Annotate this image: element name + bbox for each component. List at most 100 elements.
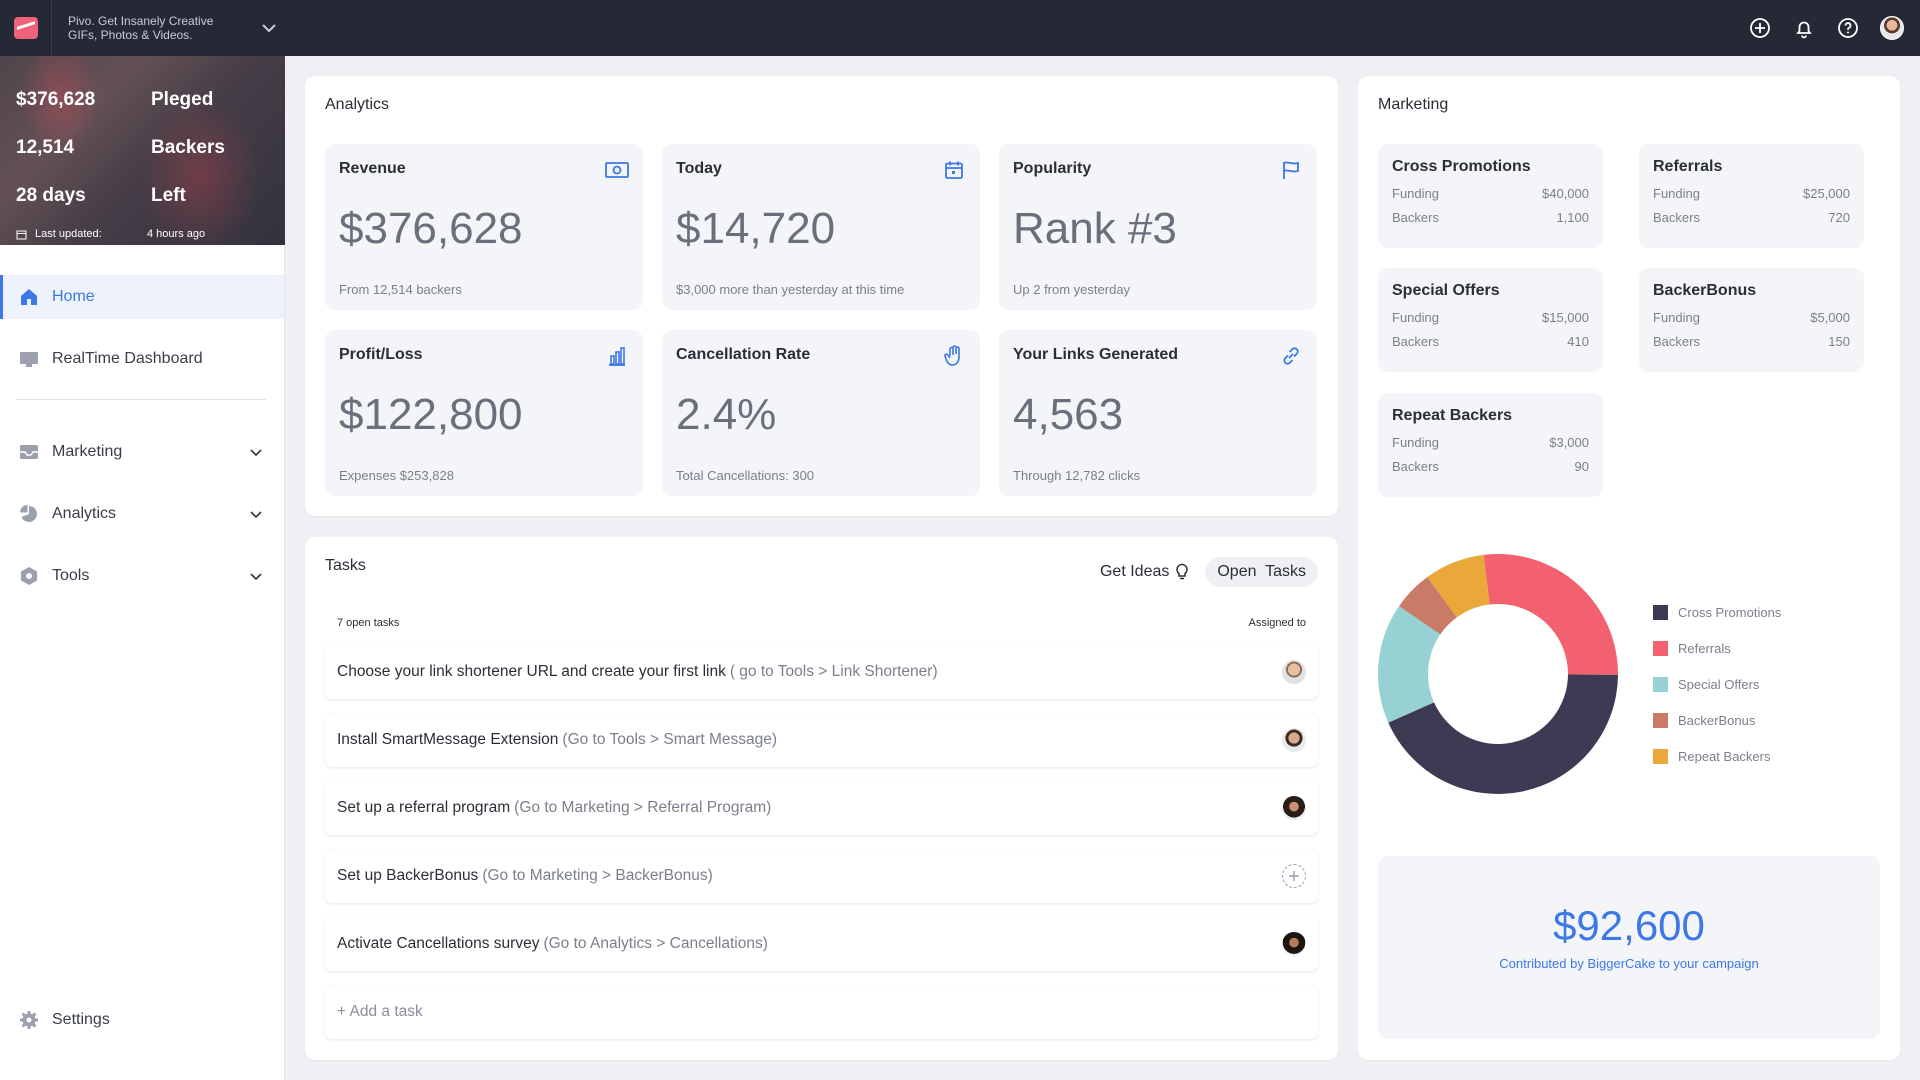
legend-item-repeat-backers[interactable]: Repeat Backers — [1653, 738, 1781, 774]
open-task-count: 7 open tasks — [337, 617, 400, 629]
backers-label: Backers — [151, 137, 225, 158]
funding-label: Funding — [1653, 186, 1700, 201]
tasks-actions: Get Ideas Open Tasks — [1096, 557, 1318, 587]
sidebar: $376,628 Pleged 12,514 Backers 28 days L… — [0, 56, 285, 1080]
chevron-down-icon[interactable] — [258, 17, 280, 39]
contribution-caption[interactable]: Contributed by BiggerCake to your campai… — [1378, 956, 1880, 971]
legend-label: Cross Promotions — [1678, 604, 1782, 620]
sidebar-item-tools[interactable]: Tools — [0, 554, 284, 598]
chevron-down-icon[interactable] — [246, 504, 266, 524]
task-row[interactable]: Set up a referral program (Go to Marketi… — [325, 781, 1318, 835]
campaign-switcher[interactable]: Pivo. Get Insanely Creative GIFs, Photos… — [68, 14, 238, 42]
tasks-panel: Tasks Get Ideas Open Tasks 7 open tasks … — [305, 537, 1338, 1060]
home-icon — [18, 286, 40, 308]
assignee-avatar[interactable] — [1282, 660, 1306, 684]
special-offers-card[interactable]: Special Offers Funding $15,000 Backers 410 — [1378, 268, 1603, 372]
user-avatar[interactable] — [1880, 16, 1904, 40]
profit-loss-card[interactable]: Profit/Loss $122,800 Expenses $253,828 — [325, 330, 643, 496]
brand-line-1: Pivo. Get Insanely Creative — [68, 14, 214, 28]
card-subtext: From 12,514 backers — [339, 282, 462, 297]
sidebar-item-analytics[interactable]: Analytics — [0, 492, 284, 536]
legend-item-special-offers[interactable]: Special Offers — [1653, 666, 1781, 702]
funding-value: $25,000 — [1803, 186, 1850, 201]
funding-label: Funding — [1392, 435, 1439, 450]
sidebar-item-marketing[interactable]: Marketing — [0, 430, 284, 474]
lightbulb-icon — [1176, 563, 1189, 580]
legend-label: Special Offers — [1678, 676, 1760, 692]
card-title: Cancellation Rate — [676, 346, 811, 363]
assignee-avatar[interactable] — [1282, 932, 1306, 956]
assign-user-button[interactable] — [1282, 864, 1306, 888]
referrals-card[interactable]: Referrals Funding $25,000 Backers 720 — [1639, 144, 1864, 248]
calendar-small-icon — [16, 230, 27, 239]
sidebar-item-home[interactable]: Home — [0, 275, 284, 319]
help-icon[interactable] — [1836, 16, 1860, 40]
contribution-amount: $92,600 — [1553, 902, 1705, 949]
legend-item-backerbonus[interactable]: BackerBonus — [1653, 702, 1781, 738]
backers-value: 1,100 — [1556, 210, 1589, 225]
marketing-card-title: Special Offers — [1392, 282, 1500, 299]
campaign-days-left: 28 days Left — [16, 172, 269, 220]
today-card[interactable]: Today $14,720 $3,000 more than yesterday… — [662, 144, 980, 310]
sidebar-item-realtime-dashboard[interactable]: RealTime Dashboard — [0, 337, 284, 381]
backerbonus-card[interactable]: BackerBonus Funding $5,000 Backers 150 — [1639, 268, 1864, 372]
logo-icon — [13, 17, 38, 39]
days-label: Left — [151, 185, 186, 206]
task-hint[interactable]: (Go to Marketing > Referral Program) — [514, 799, 771, 817]
task-row[interactable]: Choose your link shortener URL and creat… — [325, 645, 1318, 699]
links-generated-card[interactable]: Your Links Generated 4,563 Through 12,78… — [999, 330, 1317, 496]
assignee-avatar[interactable] — [1282, 796, 1306, 820]
link-icon — [1279, 344, 1303, 368]
marketing-card-title: Referrals — [1653, 158, 1723, 175]
sidebar-item-label: Settings — [52, 1011, 110, 1028]
task-row[interactable]: Set up BackerBonus (Go to Marketing > Ba… — [325, 849, 1318, 903]
tasks-title: Tasks — [325, 557, 366, 574]
repeat-backers-card[interactable]: Repeat Backers Funding $3,000 Backers 90 — [1378, 393, 1603, 497]
task-row[interactable]: Activate Cancellations survey (Go to Ana… — [325, 917, 1318, 971]
revenue-card[interactable]: Revenue $376,628 From 12,514 backers — [325, 144, 643, 310]
legend-swatch — [1653, 676, 1668, 692]
task-text: Install SmartMessage Extension — [337, 731, 559, 748]
task-row[interactable]: Install SmartMessage Extension (Go to To… — [325, 713, 1318, 767]
open-tasks-button[interactable]: Open Tasks — [1205, 557, 1318, 587]
last-updated: Last updated: 4 hours ago — [16, 228, 269, 240]
cancellation-rate-card[interactable]: Cancellation Rate 2.4% Total Cancellatio… — [662, 330, 980, 496]
chevron-down-icon[interactable] — [246, 566, 266, 586]
sidebar-nav: Home RealTime Dashboard Marketing Analyt… — [0, 245, 284, 598]
chevron-down-icon[interactable] — [246, 442, 266, 462]
donut-slice-referrals[interactable] — [1483, 554, 1618, 675]
card-subtext: Expenses $253,828 — [339, 468, 454, 483]
card-title: Popularity — [1013, 160, 1092, 177]
popularity-card[interactable]: Popularity Rank #3 Up 2 from yesterday — [999, 144, 1317, 310]
task-hint[interactable]: (Go to Tools > Smart Message) — [562, 731, 777, 749]
sidebar-item-settings[interactable]: Settings — [0, 998, 284, 1042]
legend-item-cross-promotions[interactable]: Cross Promotions — [1653, 594, 1781, 630]
card-subtext: Through 12,782 clicks — [1013, 468, 1141, 483]
card-value: $122,800 — [339, 390, 523, 439]
add-task-input[interactable]: + Add a task — [325, 985, 1318, 1039]
funding-donut-chart — [1378, 554, 1618, 794]
legend-swatch — [1653, 604, 1668, 620]
sidebar-divider — [16, 399, 266, 400]
bell-icon[interactable] — [1792, 16, 1816, 40]
analytics-panel: Analytics Revenue $376,628 From 12,514 b… — [305, 76, 1338, 516]
add-circle-icon[interactable] — [1748, 16, 1772, 40]
card-subtext: $3,000 more than yesterday at this time — [676, 282, 905, 297]
get-ideas-button[interactable]: Get Ideas — [1096, 557, 1193, 587]
campaign-summary: $376,628 Pleged 12,514 Backers 28 days L… — [0, 56, 285, 245]
assignee-avatar[interactable] — [1282, 728, 1306, 752]
card-value: Rank #3 — [1013, 204, 1177, 253]
card-title: Your Links Generated — [1013, 346, 1179, 363]
task-text: Set up a referral program — [337, 799, 511, 816]
task-hint[interactable]: (Go to Marketing > BackerBonus) — [482, 867, 712, 885]
task-hint[interactable]: (Go to Analytics > Cancellations) — [543, 935, 767, 953]
task-hint[interactable]: ( go to Tools > Link Shortener) — [730, 663, 938, 681]
sidebar-item-label: Tools — [52, 567, 90, 584]
legend-swatch — [1653, 712, 1668, 728]
brand-line-2: GIFs, Photos & Videos. — [68, 28, 193, 42]
legend-item-referrals[interactable]: Referrals — [1653, 630, 1781, 666]
backers-label: Backers — [1392, 459, 1439, 474]
app-logo[interactable] — [0, 0, 52, 56]
campaign-pledged: $376,628 Pleged — [16, 76, 269, 124]
cross-promotions-card[interactable]: Cross Promotions Funding $40,000 Backers 1… — [1378, 144, 1603, 248]
